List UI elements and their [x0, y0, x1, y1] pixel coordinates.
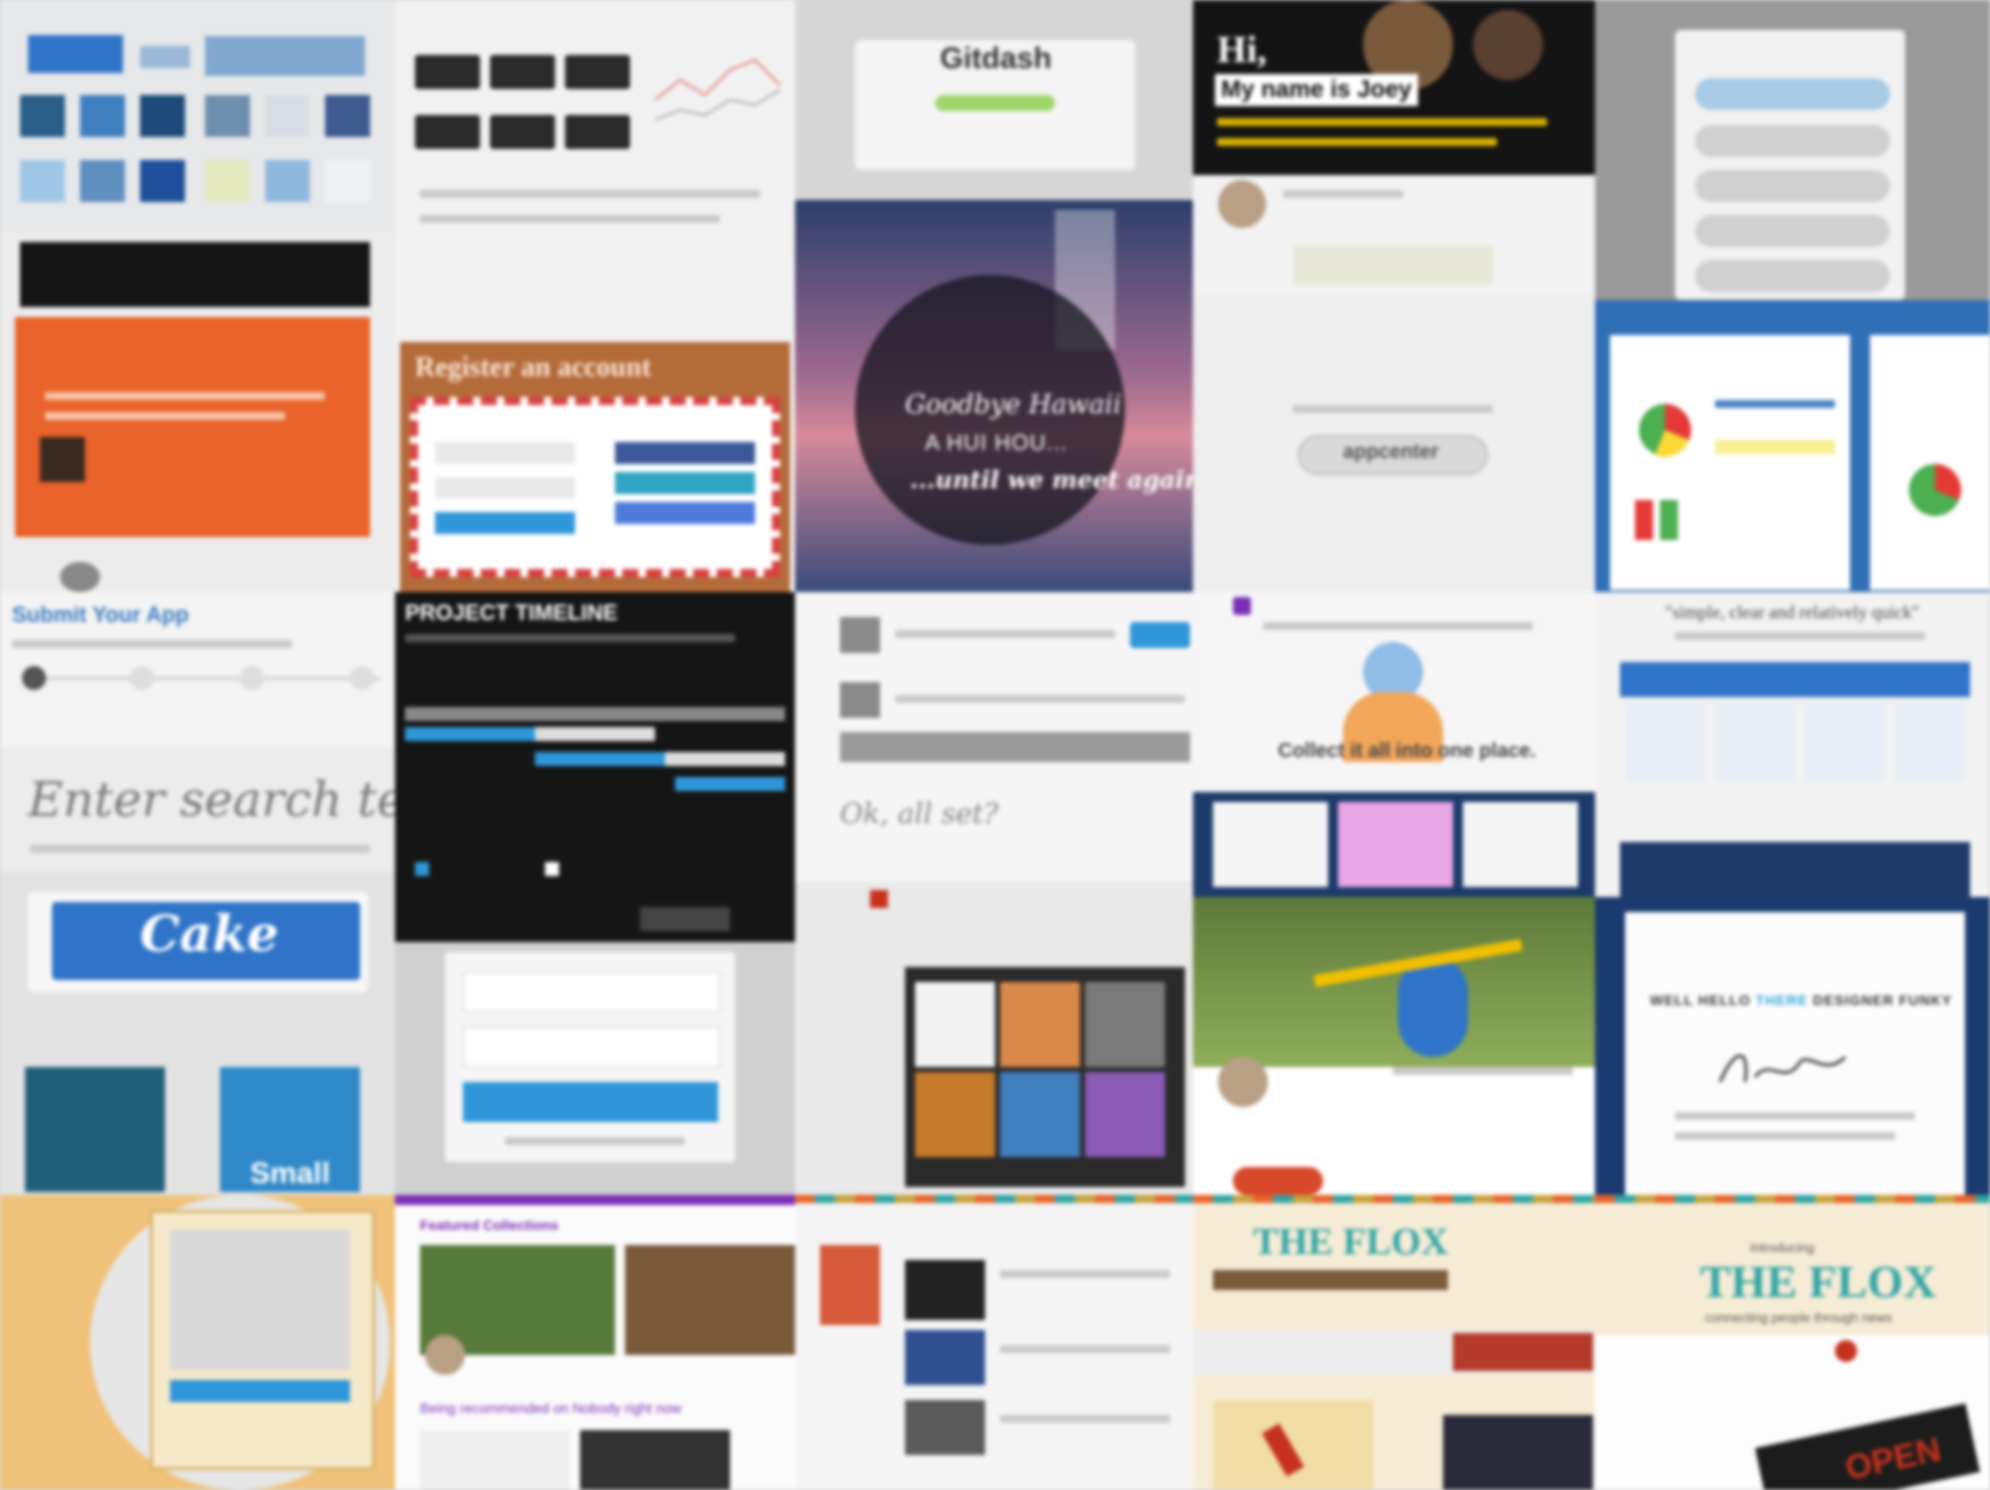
goodbye-line-3: ...until we meet again	[910, 465, 1193, 494]
tile-goodbye-hawaii: Goodbye Hawaii A HUI HOU... ...until we …	[795, 200, 1193, 592]
flox-tagline: connecting people through news	[1705, 1310, 1893, 1325]
tile-news-feed	[795, 1195, 1193, 1490]
tile-register: Register an account	[395, 232, 795, 592]
flox-intro: Introducing	[1750, 1240, 1815, 1255]
line-chart-thumbnail	[654, 58, 781, 121]
fox-icon	[25, 1067, 165, 1192]
tile-platform-menu	[1595, 0, 1990, 300]
appcenter-button[interactable]: appcenter	[1343, 441, 1439, 464]
tile-gitdash: Gitdash	[795, 0, 1193, 200]
tile-stats-dashboard	[395, 0, 795, 232]
collect-tagline: Collect it all into one place.	[1278, 740, 1536, 762]
cake-small-label: Small	[250, 1157, 331, 1190]
timeline-title: PROJECT TIMELINE	[405, 600, 618, 625]
tile-login-form	[395, 942, 795, 1195]
tile-appcenter: appcenter	[1193, 295, 1595, 592]
flox-logo-2: THE FLOX	[1700, 1256, 1937, 1307]
tile-flox-2: Introducing THE FLOX connecting people t…	[1595, 1195, 1990, 1490]
joey-name: My name is Joey	[1215, 74, 1418, 106]
tile-photo-grid	[795, 882, 1193, 1195]
tile-project-timeline: PROJECT TIMELINE	[395, 592, 795, 942]
pie-chart-thumbnail	[1639, 404, 1691, 457]
tile-search: Enter search term	[0, 747, 395, 872]
tile-orange-hero	[0, 232, 395, 592]
tile-joey: Hi, My name is Joey	[1193, 0, 1595, 175]
register-title: Register an account	[415, 352, 651, 383]
simple-quote: "simple, clear and relatively quick"	[1665, 602, 1920, 622]
tile-report-charts	[1595, 300, 1990, 592]
signature-image	[1718, 1054, 1846, 1083]
tile-cake: Cake Small	[0, 872, 395, 1195]
screenshot-collage: Gitdash Hi, My name is Joey Register an …	[0, 0, 1990, 1490]
submit-app-title: Submit Your App	[12, 602, 189, 627]
search-placeholder: Enter search term	[28, 772, 395, 828]
tile-kayak	[1193, 897, 1595, 1195]
tile-simple-clear: "simple, clear and relatively quick"	[1595, 592, 1990, 897]
collections-subtitle: Being recommended on Nobody right now	[420, 1400, 682, 1416]
designer-heading-em: THERE	[1755, 992, 1809, 1008]
tile-collect: Collect it all into one place.	[1193, 592, 1595, 792]
gitdash-logo: Gitdash	[940, 42, 1052, 75]
pie-chart-thumbnail-2	[1909, 464, 1961, 516]
tile-app-grid	[0, 0, 395, 232]
tile-submit-app: Submit Your App	[0, 592, 395, 747]
all-set-heading: Ok, all set?	[840, 797, 999, 830]
goodbye-line-1: Goodbye Hawaii	[905, 390, 1122, 420]
flox-logo: THE FLOX	[1253, 1221, 1449, 1263]
tile-profile-card	[0, 1195, 395, 1490]
cake-logo: Cake	[140, 904, 279, 963]
tile-featured-collections: Featured Collections Being recommended o…	[395, 1195, 795, 1490]
designer-heading: WELL HELLO THERE DESIGNER FUNKY	[1650, 992, 1952, 1008]
tile-joey-profile	[1193, 175, 1595, 295]
tile-designer: WELL HELLO THERE DESIGNER FUNKY	[1595, 897, 1990, 1195]
tile-all-set: Ok, all set?	[795, 592, 1193, 882]
designer-heading-pre: WELL HELLO	[1650, 992, 1756, 1008]
collections-title: Featured Collections	[420, 1217, 559, 1233]
tile-characters	[1193, 792, 1595, 897]
designer-heading-post: DESIGNER FUNKY	[1808, 992, 1953, 1008]
tile-flox-1: THE FLOX	[1193, 1195, 1595, 1490]
goodbye-line-2: A HUI HOU...	[925, 430, 1068, 455]
joey-greeting: Hi,	[1217, 29, 1267, 71]
